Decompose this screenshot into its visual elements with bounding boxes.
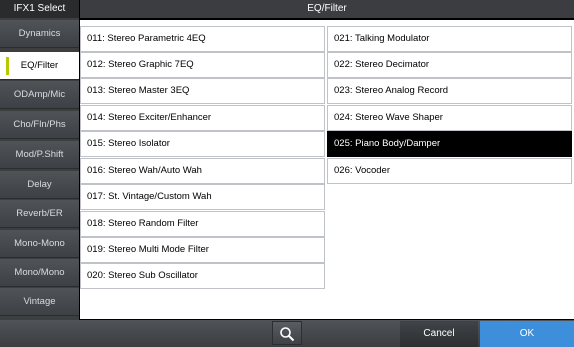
list-item[interactable]: 023: Stereo Analog Record xyxy=(327,78,572,104)
list-item[interactable]: 016: Stereo Wah/Auto Wah xyxy=(80,158,325,184)
cancel-button[interactable]: Cancel xyxy=(400,321,478,347)
effect-list: 011: Stereo Parametric 4EQ 012: Stereo G… xyxy=(80,20,574,319)
search-button[interactable] xyxy=(272,321,302,345)
category-title: EQ/Filter xyxy=(80,0,574,18)
sidebar-item-label: Mod/P.Shift xyxy=(15,149,64,160)
sidebar-item-label: Reverb/ER xyxy=(16,208,63,219)
list-item[interactable]: 018: Stereo Random Filter xyxy=(80,211,325,237)
dialog-title: IFX1 Select xyxy=(0,0,79,18)
sidebar-item-reverb-er[interactable]: Reverb/ER xyxy=(0,200,79,228)
sidebar-item-vintage[interactable]: Vintage xyxy=(0,288,79,316)
ifx-select-dialog: IFX1 Select EQ/Filter Dynamics EQ/Filter… xyxy=(0,0,574,347)
sidebar-item-delay[interactable]: Delay xyxy=(0,171,79,199)
category-sidebar: Dynamics EQ/Filter ODAmp/Mic Cho/Fln/Phs… xyxy=(0,18,79,320)
sidebar-item-label: Dynamics xyxy=(18,28,61,39)
list-item[interactable]: 013: Stereo Master 3EQ xyxy=(80,78,325,104)
search-icon xyxy=(280,327,295,342)
sidebar-item-dynamics[interactable]: Dynamics xyxy=(0,20,79,48)
sidebar-item-label: Mono/Mono xyxy=(14,267,65,278)
sidebar-item-mono-slash-mono[interactable]: Mono/Mono xyxy=(0,259,79,287)
list-item[interactable]: 015: Stereo Isolator xyxy=(80,131,325,157)
list-item[interactable]: 019: Stereo Multi Mode Filter xyxy=(80,237,325,263)
sidebar-item-label: ODAmp/Mic xyxy=(13,89,66,100)
list-item[interactable]: 024: Stereo Wave Shaper xyxy=(327,105,572,131)
ok-button[interactable]: OK xyxy=(480,321,574,347)
sidebar-item-label: EQ/Filter xyxy=(20,60,59,71)
list-item[interactable]: 026: Vocoder xyxy=(327,158,572,184)
sidebar-item-label: Mono-Mono xyxy=(14,238,65,249)
list-item[interactable]: 011: Stereo Parametric 4EQ xyxy=(80,26,325,52)
list-item[interactable]: 021: Talking Modulator xyxy=(327,26,572,52)
sidebar-item-label: Delay xyxy=(27,179,52,190)
sidebar-item-mono-mono[interactable]: Mono-Mono xyxy=(0,230,79,258)
list-item[interactable]: 012: Stereo Graphic 7EQ xyxy=(80,52,325,78)
list-item[interactable]: 017: St. Vintage/Custom Wah xyxy=(80,184,325,210)
list-item[interactable]: 014: Stereo Exciter/Enhancer xyxy=(80,105,325,131)
list-item[interactable]: 020: Stereo Sub Oscillator xyxy=(80,263,325,289)
list-item[interactable]: 022: Stereo Decimator xyxy=(327,52,572,78)
active-marker xyxy=(6,57,9,75)
sidebar-item-cho-fln-phs[interactable]: Cho/Fln/Phs xyxy=(0,111,79,139)
sidebar-item-label: Vintage xyxy=(23,296,56,307)
sidebar-item-eq-filter[interactable]: EQ/Filter xyxy=(0,52,79,80)
sidebar-item-odamp-mic[interactable]: ODAmp/Mic xyxy=(0,81,79,109)
sidebar-item-label: Cho/Fln/Phs xyxy=(13,119,66,130)
list-item-selected[interactable]: 025: Piano Body/Damper xyxy=(327,131,572,157)
sidebar-item-mod-p-shift[interactable]: Mod/P.Shift xyxy=(0,141,79,169)
